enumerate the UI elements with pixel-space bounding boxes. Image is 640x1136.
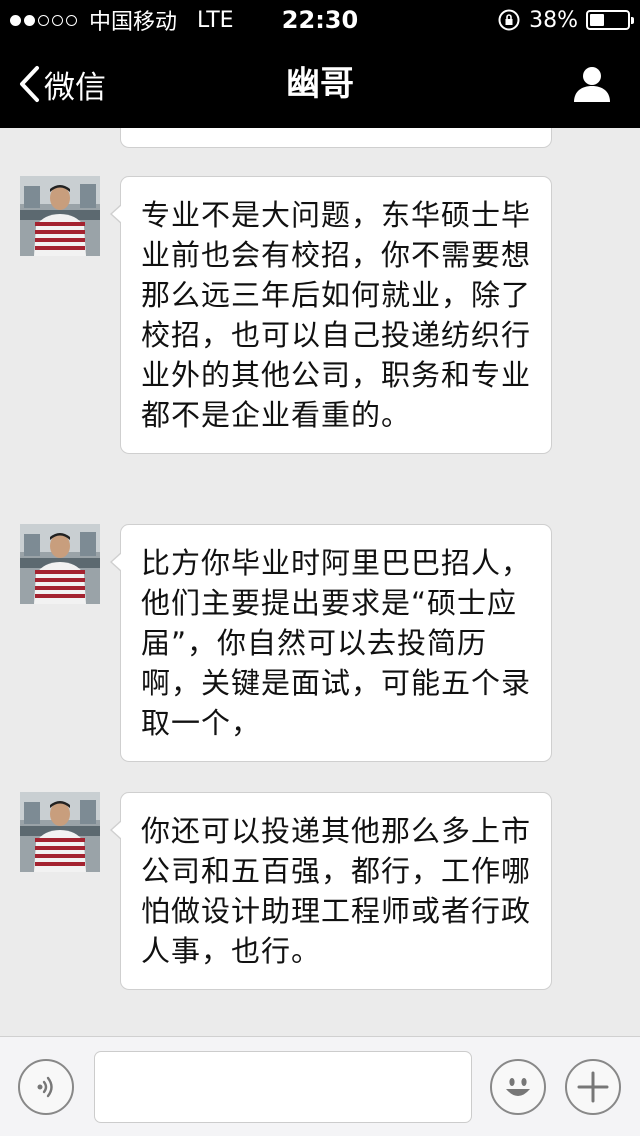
battery-icon [586,10,634,30]
more-button[interactable] [565,1059,621,1115]
battery-percent: 38% [529,7,578,33]
voice-button[interactable] [18,1059,74,1115]
status-bar: 中国移动 LTE 22:30 38% [0,0,640,40]
rotation-lock-icon [498,9,520,31]
input-bar [0,1036,640,1136]
message-bubble[interactable]: 你还可以投递其他那么多上市公司和五百强，都行，工作哪怕做设计助理工程师或者行政人… [110,792,552,990]
chat-area[interactable]: 专业不是大问题，东华硕士毕业前也会有校招，你不需要想那么远三年后如何就业，除了校… [0,128,640,1036]
person-icon [574,67,610,102]
plus-icon [577,1071,609,1103]
emoji-button[interactable] [490,1059,546,1115]
back-button[interactable]: 微信 [18,62,106,106]
profile-button[interactable] [570,62,614,106]
voice-icon [37,1076,53,1098]
previous-message-bubble [120,128,552,148]
avatar[interactable] [20,524,100,604]
nav-bar: 微信 幽哥 [0,40,640,128]
message-input[interactable] [94,1051,472,1123]
message-text: 你还可以投递其他那么多上市公司和五百强，都行，工作哪怕做设计助理工程师或者行政人… [141,814,532,968]
message-bubble[interactable]: 比方你毕业时阿里巴巴招人，他们主要提出要求是“硕士应届”，你自然可以去投简历啊，… [110,524,552,762]
message-text: 专业不是大问题，东华硕士毕业前也会有校招，你不需要想那么远三年后如何就业，除了校… [141,198,532,432]
back-label: 微信 [44,69,106,106]
avatar[interactable] [20,176,100,256]
message-bubble[interactable]: 专业不是大问题，东华硕士毕业前也会有校招，你不需要想那么远三年后如何就业，除了校… [110,176,552,454]
chevron-left-icon [18,65,40,103]
emoji-icon [506,1078,530,1096]
avatar[interactable] [20,792,100,872]
message-text: 比方你毕业时阿里巴巴招人，他们主要提出要求是“硕士应届”，你自然可以去投简历啊，… [141,546,532,740]
